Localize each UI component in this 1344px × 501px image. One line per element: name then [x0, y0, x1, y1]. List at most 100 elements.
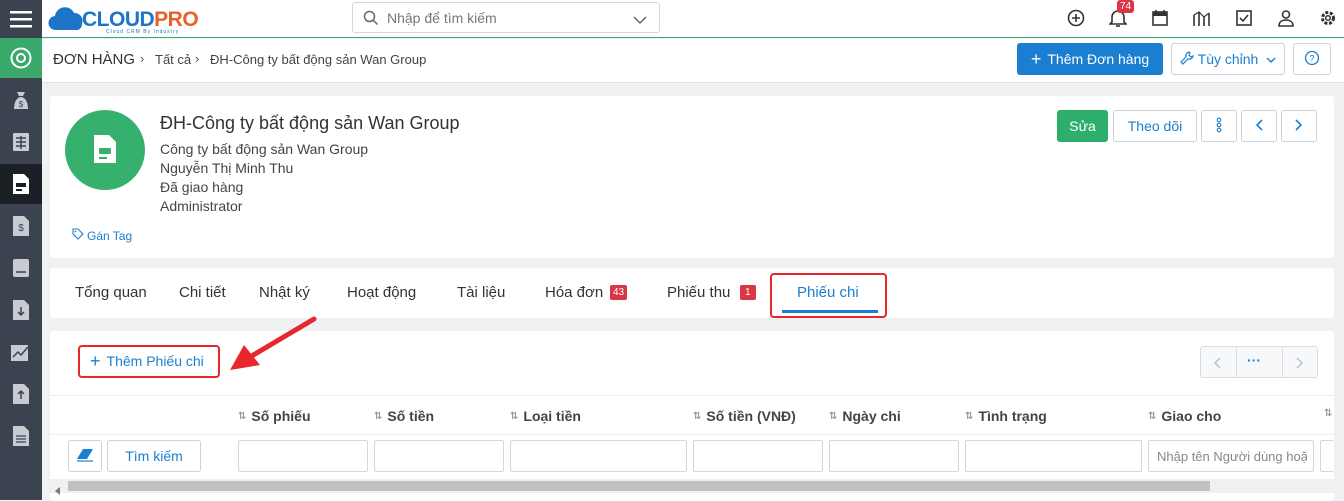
sort-icon: ⇅ — [829, 410, 838, 422]
svg-text:?: ? — [1309, 53, 1314, 63]
plus-circle-icon[interactable] — [1066, 8, 1086, 28]
dashboard-icon[interactable] — [0, 38, 42, 78]
chevron-down-icon[interactable] — [633, 12, 647, 28]
invoice-icon[interactable]: $ — [0, 206, 42, 246]
checkbox-icon[interactable] — [1234, 8, 1254, 28]
tag-icon — [72, 228, 84, 243]
logo-text-orange: PRO — [154, 8, 199, 31]
help-icon: ? — [1304, 50, 1320, 69]
help-button[interactable]: ? — [1293, 43, 1331, 75]
follow-button[interactable]: Theo dõi — [1113, 110, 1197, 142]
column-status[interactable]: ⇅ Tình trạng — [965, 408, 1047, 424]
record-status: Đã giao hàng — [160, 179, 244, 195]
table-icon[interactable] — [0, 122, 42, 162]
column-payment-date[interactable]: ⇅ Ngày chi — [829, 408, 901, 424]
breadcrumb-module[interactable]: ĐƠN HÀNG — [53, 51, 135, 68]
divider — [1236, 347, 1237, 377]
column-label: Ngày chi — [842, 408, 901, 424]
tab-details[interactable]: Chi tiết — [179, 284, 226, 301]
column-voucher-number[interactable]: ⇅ Số phiếu — [238, 408, 311, 424]
column-assignee[interactable]: ⇅ Giao cho — [1148, 408, 1221, 424]
record-tabs: Tổng quan Chi tiết Nhật ký Hoạt động Tài… — [50, 268, 1334, 318]
sort-icon: ⇅ — [1324, 408, 1333, 419]
sort-icon: ⇅ — [965, 410, 974, 422]
search-input[interactable]: Nhập để tìm kiếm — [352, 2, 660, 33]
edit-button[interactable]: Sửa — [1057, 110, 1108, 142]
export-icon[interactable] — [0, 374, 42, 414]
column-currency[interactable]: ⇅ Loại tiền — [510, 408, 581, 424]
logo-tagline: Cloud CRM By Industry — [106, 29, 180, 35]
chevron-down-icon — [1266, 51, 1276, 67]
logo-text-blue: CLOUD — [82, 8, 155, 31]
record-contact: Nguyễn Thị Minh Thu — [160, 160, 294, 176]
breadcrumb-separator-icon: › — [195, 51, 200, 66]
eraser-icon — [76, 448, 94, 465]
sort-icon: ⇅ — [374, 410, 383, 422]
sort-icon: ⇅ — [510, 410, 519, 422]
pager-prev-icon[interactable] — [1213, 356, 1221, 372]
currency-filter[interactable] — [510, 440, 687, 472]
more-options-button[interactable] — [1201, 110, 1237, 142]
record-summary: ĐH-Công ty bất động sản Wan Group Công t… — [50, 96, 1334, 258]
clear-filter-button[interactable] — [68, 440, 102, 472]
payment-date-filter[interactable] — [829, 440, 959, 472]
search-icon — [363, 10, 379, 29]
order-icon — [92, 133, 118, 168]
chart-icon[interactable] — [1192, 8, 1212, 28]
chevron-right-icon — [1295, 118, 1303, 134]
report-icon[interactable] — [0, 332, 42, 372]
annotation-arrow-icon — [230, 316, 317, 370]
pager-next-icon[interactable] — [1296, 356, 1304, 372]
wrench-icon — [1179, 50, 1194, 68]
amount-filter[interactable] — [374, 440, 504, 472]
chevron-left-icon — [1255, 118, 1263, 134]
sort-icon: ⇅ — [1148, 410, 1157, 422]
record-title: ĐH-Công ty bất động sản Wan Group — [160, 113, 460, 133]
search-button[interactable]: Tìm kiếm — [107, 440, 201, 472]
column-amount[interactable]: ⇅ Số tiền — [374, 408, 434, 424]
add-order-button[interactable]: + Thêm Đơn hàng — [1017, 43, 1163, 75]
pager-more-button[interactable]: ··· — [1247, 352, 1261, 368]
status-filter[interactable] — [965, 440, 1142, 472]
tab-overview[interactable]: Tổng quan — [75, 284, 147, 301]
user-icon[interactable] — [1276, 8, 1296, 28]
divider — [1282, 347, 1283, 377]
book-icon[interactable] — [0, 248, 42, 288]
add-tag-link[interactable]: Gán Tag — [72, 228, 132, 243]
record-company: Công ty bất động sản Wan Group — [160, 141, 369, 157]
highlight-box — [78, 345, 220, 378]
order-icon[interactable] — [0, 164, 42, 204]
voucher-number-filter[interactable] — [238, 440, 368, 472]
column-label: Giao cho — [1161, 408, 1222, 424]
tab-invoices[interactable]: Hóa đơn — [545, 284, 603, 301]
column-amount-vnd[interactable]: ⇅ Số tiền (VNĐ) — [693, 408, 796, 424]
column-label: Số tiền (VNĐ) — [706, 408, 796, 424]
add-order-label: Thêm Đơn hàng — [1047, 51, 1150, 67]
calendar-icon[interactable] — [1150, 8, 1170, 28]
tab-log[interactable]: Nhật ký — [259, 284, 310, 301]
assignee-filter[interactable]: Nhập tên Người dùng hoặc Nhóm — [1148, 440, 1314, 472]
customize-button[interactable]: Tùy chỉnh — [1171, 43, 1285, 75]
tab-receipts[interactable]: Phiếu thu — [667, 284, 730, 301]
extra-filter[interactable] — [1320, 440, 1334, 472]
horizontal-scrollbar[interactable] — [50, 479, 1334, 495]
amount-vnd-filter[interactable] — [693, 440, 823, 472]
money-bag-icon[interactable]: $ — [0, 80, 42, 120]
svg-text:$: $ — [18, 223, 24, 234]
previous-record-button[interactable] — [1241, 110, 1277, 142]
assignee-placeholder: Nhập tên Người dùng hoặc Nhóm — [1157, 449, 1307, 464]
tab-activities[interactable]: Hoạt động — [347, 284, 416, 301]
kebab-icon — [1216, 117, 1222, 136]
column-label: Loại tiền — [523, 408, 581, 424]
next-record-button[interactable] — [1281, 110, 1317, 142]
breadcrumb-all[interactable]: Tất cả — [155, 52, 191, 67]
scroll-left-icon[interactable] — [55, 482, 61, 498]
gear-icon[interactable] — [1318, 8, 1338, 28]
scrollbar-thumb[interactable] — [68, 481, 1210, 491]
import-icon[interactable] — [0, 290, 42, 330]
table-header: ⇅ Số phiếu ⇅ Số tiền ⇅ Loại tiền ⇅ Số tiền (… — [50, 395, 1334, 435]
tab-documents[interactable]: Tài liệu — [457, 284, 505, 301]
document-icon[interactable] — [0, 416, 42, 456]
menu-icon[interactable] — [0, 0, 42, 38]
logo[interactable]: CLOUDPRO Cloud CRM By Industry — [48, 2, 208, 36]
